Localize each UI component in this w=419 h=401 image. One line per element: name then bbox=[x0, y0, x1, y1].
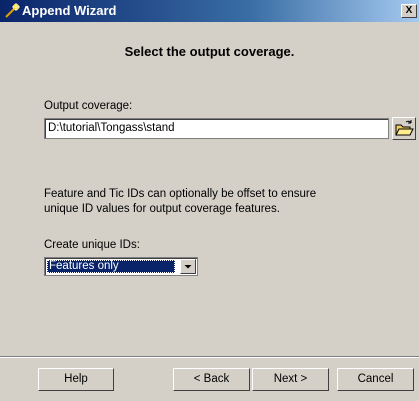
browse-button[interactable] bbox=[392, 117, 416, 140]
title-bar[interactable]: Append Wizard X bbox=[0, 0, 419, 22]
offset-note-line1: Feature and Tic IDs can optionally be of… bbox=[44, 188, 317, 200]
unique-ids-select[interactable]: Features only bbox=[44, 257, 198, 276]
window-title: Append Wizard bbox=[22, 3, 117, 18]
output-coverage-label: Output coverage: bbox=[44, 100, 133, 112]
next-button[interactable]: Next > bbox=[252, 368, 329, 391]
unique-ids-label: Create unique IDs: bbox=[44, 239, 140, 251]
cancel-button[interactable]: Cancel bbox=[337, 368, 414, 391]
dropdown-button[interactable] bbox=[180, 259, 196, 274]
button-separator bbox=[0, 356, 419, 358]
help-button[interactable]: Help bbox=[38, 368, 114, 391]
chevron-down-icon bbox=[184, 265, 192, 269]
page-heading: Select the output coverage. bbox=[124, 44, 295, 59]
close-icon: X bbox=[405, 5, 413, 16]
back-button[interactable]: < Back bbox=[173, 368, 250, 391]
append-wizard-window: Append Wizard X Select the output covera… bbox=[0, 0, 419, 401]
close-button[interactable]: X bbox=[401, 4, 417, 18]
open-folder-icon bbox=[395, 120, 414, 136]
unique-ids-selected: Features only bbox=[47, 260, 175, 273]
wizard-icon bbox=[5, 3, 20, 18]
output-coverage-input[interactable]: D:\tutorial\Tongass\stand bbox=[44, 118, 389, 139]
offset-note-line2: unique ID values for output coverage fea… bbox=[44, 203, 280, 215]
